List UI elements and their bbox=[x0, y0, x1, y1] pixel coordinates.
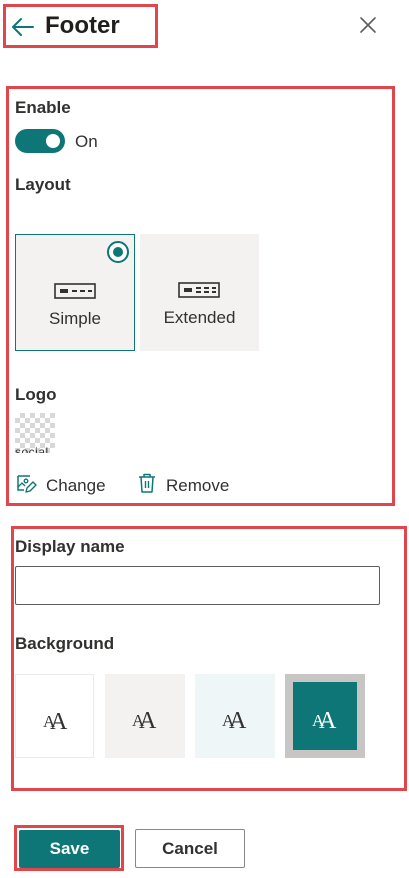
extended-layout-icon bbox=[178, 282, 220, 303]
save-button[interactable]: Save bbox=[19, 830, 120, 868]
background-swatch-strong[interactable]: A A bbox=[285, 674, 365, 758]
display-name-input[interactable] bbox=[15, 566, 380, 605]
logo-thumbnail-text: social bbox=[15, 445, 49, 453]
display-name-label: Display name bbox=[15, 537, 125, 556]
svg-text:A: A bbox=[139, 708, 157, 734]
remove-logo-button[interactable]: Remove bbox=[137, 472, 229, 499]
background-swatch-white[interactable]: A A bbox=[15, 674, 94, 758]
enable-toggle-state: On bbox=[75, 132, 98, 151]
font-sample-icon: A A bbox=[312, 708, 337, 734]
font-sample-icon: A A bbox=[222, 708, 247, 734]
background-swatch-soft[interactable]: A A bbox=[195, 674, 275, 758]
remove-logo-label: Remove bbox=[166, 475, 230, 495]
enable-toggle[interactable] bbox=[15, 129, 65, 153]
close-icon[interactable] bbox=[359, 16, 377, 34]
radio-selected-icon bbox=[107, 241, 129, 263]
layout-label: Layout bbox=[15, 175, 71, 194]
trash-icon bbox=[137, 472, 157, 499]
change-logo-button[interactable]: Change bbox=[15, 472, 106, 499]
cancel-button[interactable]: Cancel bbox=[135, 829, 245, 868]
layout-option-extended-label: Extended bbox=[163, 308, 236, 327]
simple-layout-icon bbox=[54, 283, 96, 304]
logo-label: Logo bbox=[15, 385, 57, 404]
enable-label: Enable bbox=[15, 98, 71, 117]
font-sample-icon: A A bbox=[132, 708, 157, 734]
background-label: Background bbox=[15, 634, 115, 653]
title-highlight bbox=[3, 4, 158, 48]
change-logo-label: Change bbox=[46, 475, 106, 495]
logo-thumbnail: social bbox=[15, 413, 55, 453]
font-sample-icon: A A bbox=[43, 709, 68, 735]
svg-text:A: A bbox=[319, 708, 337, 734]
layout-option-extended[interactable]: Extended bbox=[140, 234, 259, 351]
background-swatch-neutral[interactable]: A A bbox=[105, 674, 185, 758]
layout-option-simple-label: Simple bbox=[49, 309, 101, 328]
svg-text:A: A bbox=[50, 709, 68, 735]
edit-image-icon bbox=[15, 472, 37, 499]
svg-text:A: A bbox=[229, 708, 247, 734]
layout-option-simple[interactable]: Simple bbox=[15, 234, 135, 351]
